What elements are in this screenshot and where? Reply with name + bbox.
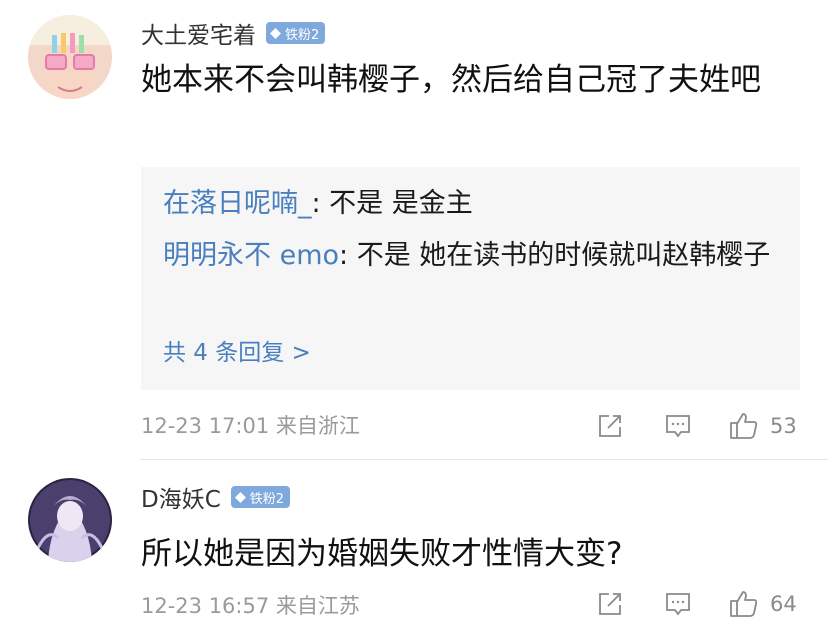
share-icon [599,593,621,615]
reply-item[interactable]: 明明永不 emo: 不是 她在读书的时候就叫赵韩樱子 [163,233,778,279]
fan-badge-label: 铁粉2 [285,27,320,43]
reply-text: : 不是 是金主 [311,188,473,219]
reply-button[interactable] [663,588,693,620]
diamond-icon [234,491,246,503]
more-replies-link[interactable]: 共 4 条回复 > [163,333,311,373]
comment-actions: 64 [590,588,808,620]
reply-box[interactable]: 在落日呢喃_: 不是 是金主 明明永不 emo: 不是 她在读书的时候就叫赵韩樱… [141,167,800,390]
comment-item: D海妖C 铁粉2 所以她是因为婚姻失败才性情大变? 12-23 16:57 来自… [0,460,828,631]
fan-badge[interactable]: 铁粉2 [230,486,291,508]
fan-badge[interactable]: 铁粉2 [266,22,326,44]
comment-meta: 12-23 16:57 来自江苏 [141,594,360,618]
diamond-icon [270,27,281,39]
share-button[interactable] [595,588,625,620]
like-count: 64 [770,592,797,616]
thumbs-up-icon [730,413,758,439]
like-count: 53 [770,414,797,438]
comment-actions: 53 [590,410,808,442]
avatar[interactable] [28,478,112,562]
reply-text: : 不是 她在读书的时候就叫赵韩樱子 [339,240,771,271]
reply-button[interactable] [663,410,693,442]
comment-meta: 12-23 17:01 来自浙江 [141,414,360,438]
comment-text: 她本来不会叫韩樱子，然后给自己冠了夫姓吧 [141,62,761,98]
reply-username[interactable]: 在落日呢喃_ [163,188,312,219]
comment-icon [666,415,690,438]
like-button[interactable]: 53 [728,410,797,442]
comment-username[interactable]: D海妖C 铁粉2 [141,480,291,514]
like-button[interactable]: 64 [728,588,797,620]
comment-icon [666,593,690,616]
username-text: D海妖C [141,487,221,513]
comment-item: 大土爱宅着 铁粉2 她本来不会叫韩樱子，然后给自己冠了夫姓吧 在落日呢喃_: 不… [0,0,828,460]
thumbs-up-icon [730,591,758,617]
share-button[interactable] [595,410,625,442]
reply-item[interactable]: 在落日呢喃_: 不是 是金主 [163,181,778,227]
reply-username[interactable]: 明明永不 emo [163,240,339,271]
comment-text: 所以她是因为婚姻失败才性情大变? [141,536,623,572]
avatar[interactable] [28,15,112,99]
share-icon [599,415,621,437]
comment-username[interactable]: 大土爱宅着 铁粉2 [141,16,326,50]
username-text: 大土爱宅着 [141,23,256,49]
fan-badge-label: 铁粉2 [249,491,285,507]
